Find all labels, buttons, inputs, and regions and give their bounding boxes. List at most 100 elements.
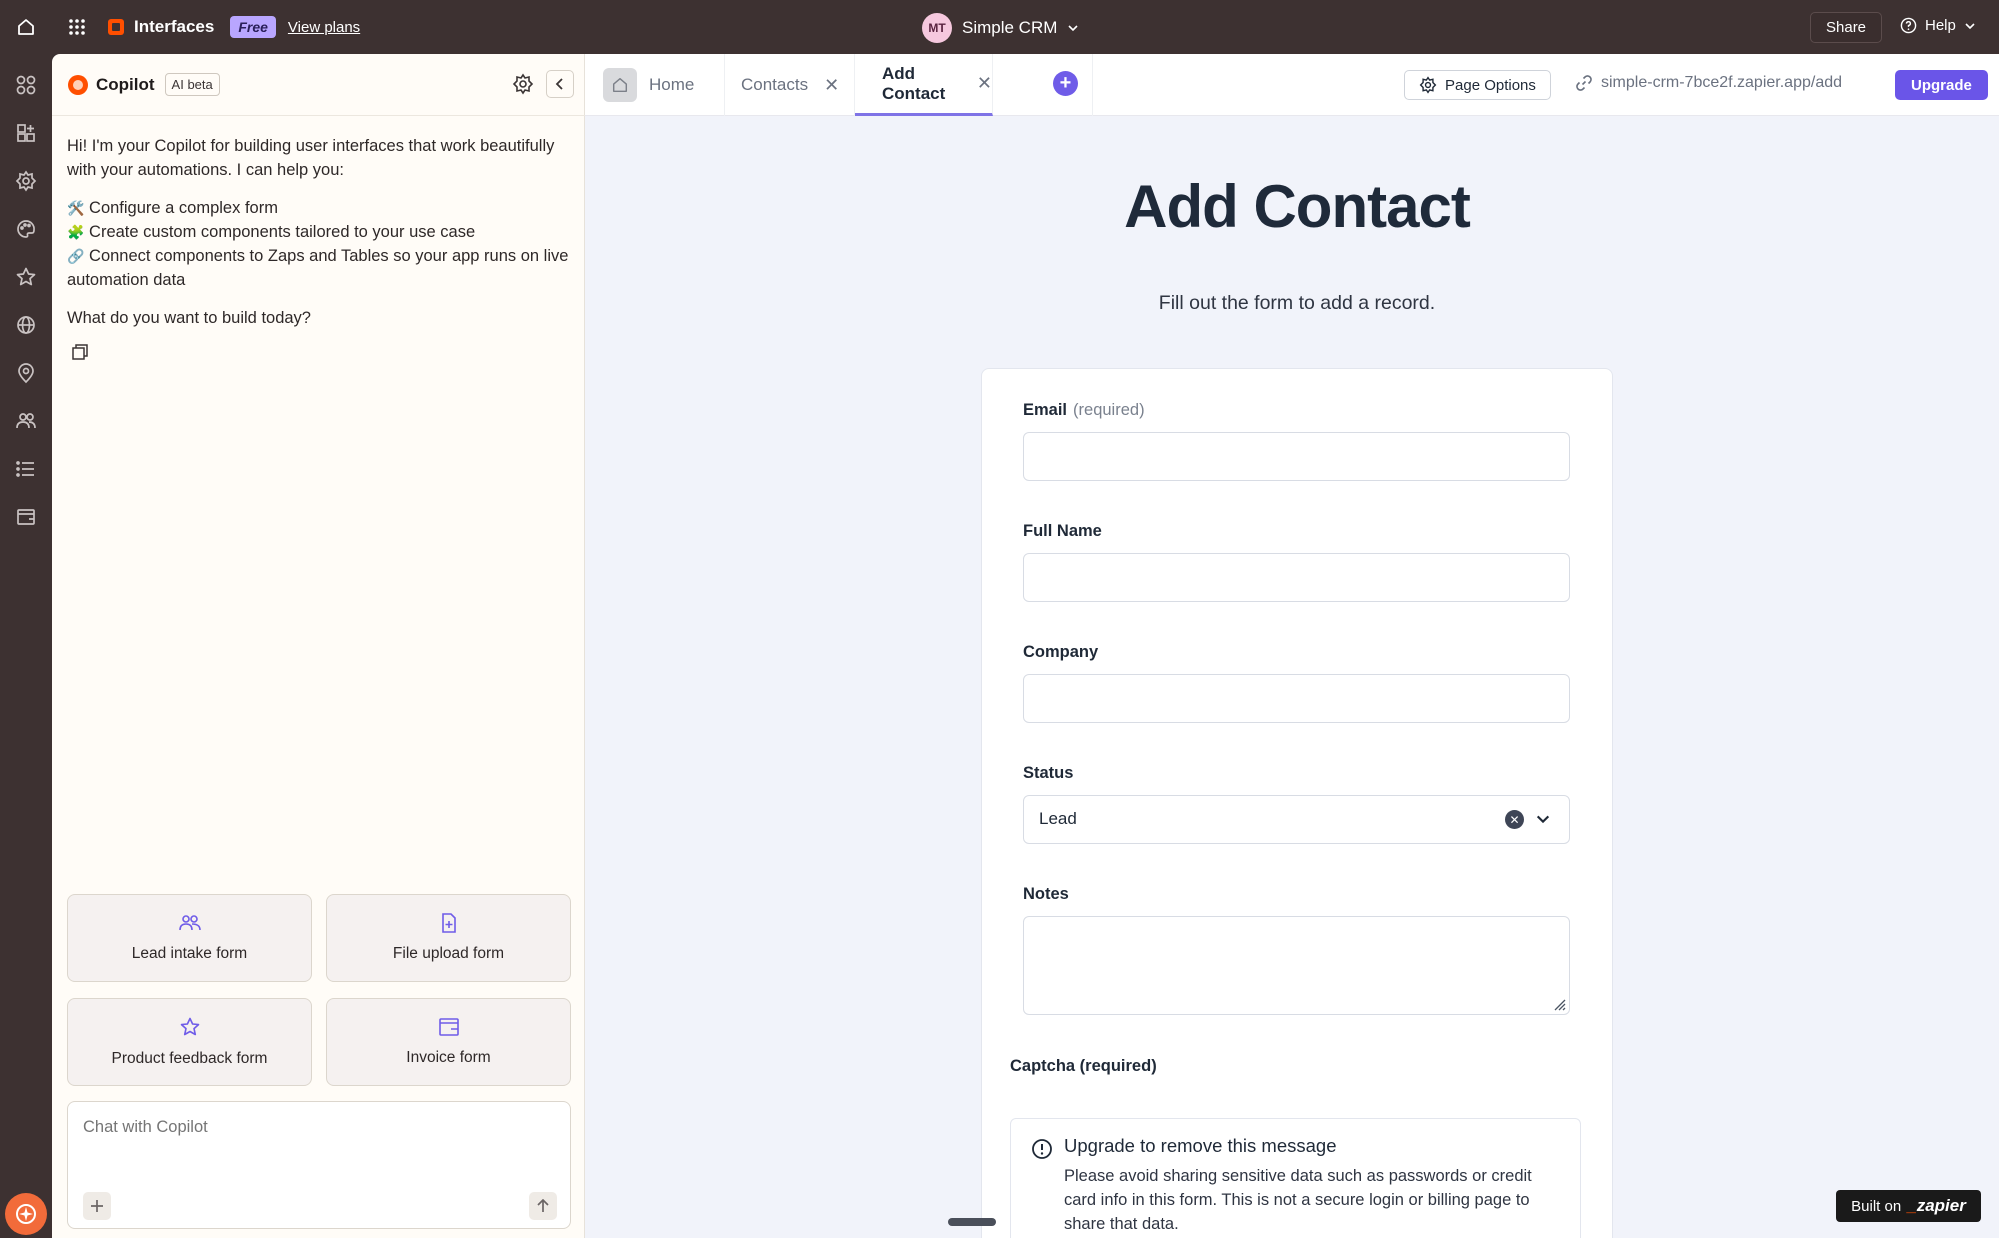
chevron-down-icon: [1068, 25, 1078, 32]
attach-plus-icon[interactable]: [83, 1192, 111, 1220]
email-label: Email (required): [1023, 401, 1145, 419]
email-field[interactable]: [1023, 432, 1570, 481]
file-plus-icon: [441, 913, 456, 933]
tab-add-area: [993, 54, 1093, 116]
info-icon: [1032, 1139, 1052, 1159]
notice-title: Upgrade to remove this message: [1064, 1135, 1337, 1156]
company-label: Company: [1023, 643, 1099, 661]
page-options-button[interactable]: Page Options: [1404, 70, 1551, 100]
gear-icon: [1419, 76, 1437, 94]
collapse-panel-button[interactable]: [546, 70, 574, 98]
apps-grid-icon[interactable]: [52, 18, 102, 36]
users-icon[interactable]: [13, 408, 39, 434]
close-icon[interactable]: ✕: [977, 73, 992, 94]
upgrade-button[interactable]: Upgrade: [1895, 70, 1988, 100]
close-icon[interactable]: ✕: [824, 75, 839, 96]
page-canvas: Add Contact Fill out the form to add a r…: [585, 116, 1999, 1238]
full-name-field[interactable]: [1023, 553, 1570, 602]
required-hint: (required): [1073, 401, 1145, 419]
home-icon[interactable]: [0, 0, 52, 54]
tab-label: Home: [649, 75, 695, 94]
top-bar: Interfaces Free View plans MT Simple CRM…: [0, 0, 1999, 54]
send-arrow-icon[interactable]: [529, 1192, 557, 1220]
page-options-label: Page Options: [1445, 76, 1536, 94]
full-name-label: Full Name: [1023, 522, 1102, 540]
settings-icon[interactable]: [13, 168, 39, 194]
view-plans-link[interactable]: View plans: [288, 19, 360, 36]
page-subtitle: Fill out the form to add a record.: [1158, 292, 1436, 314]
list-icon[interactable]: [13, 456, 39, 482]
chat-input[interactable]: [83, 1118, 543, 1137]
copy-icon[interactable]: [70, 342, 90, 367]
ai-beta-badge: AI beta: [164, 73, 220, 96]
share-label: Share: [1826, 19, 1867, 36]
chevron-down-icon: [1965, 22, 1975, 29]
built-on-zapier-badge[interactable]: Built on _zapier: [1836, 1190, 1981, 1222]
add-page-icon[interactable]: +: [1053, 71, 1078, 96]
left-rail: [0, 54, 52, 1238]
page-tab-bar: Home Contacts ✕ Add Contact ✕ + Page Opt…: [585, 54, 1999, 116]
copilot-question: What do you want to build today?: [67, 309, 311, 327]
copilot-logo-icon: [68, 74, 88, 95]
status-value: Lead: [1039, 809, 1077, 828]
star-icon: [180, 1017, 199, 1035]
wallet-icon: [438, 1018, 459, 1036]
plan-badge: Free: [230, 16, 276, 38]
company-field[interactable]: [1023, 674, 1570, 723]
chat-composer: [67, 1101, 571, 1229]
home-icon: [603, 68, 637, 102]
notice-body: Please avoid sharing sensitive data such…: [1064, 1167, 1532, 1233]
suggestion-lead-intake[interactable]: Lead intake form: [67, 894, 312, 982]
suggestion-file-upload[interactable]: File upload form: [326, 894, 571, 982]
star-icon[interactable]: [13, 264, 39, 290]
suggestion-invoice[interactable]: Invoice form: [326, 998, 571, 1086]
suggestion-label: File upload form: [392, 945, 505, 962]
page-title: Add Contact: [1124, 173, 1471, 240]
avatar: MT: [922, 13, 952, 43]
copilot-panel: Copilot AI beta Hi! I'm your Copilot for…: [52, 54, 585, 1238]
copilot-message: Hi! I'm your Copilot for building user i…: [67, 134, 572, 344]
tab-label: Add Contact: [882, 63, 946, 103]
components-icon[interactable]: [13, 72, 39, 98]
brand[interactable]: Interfaces: [108, 17, 214, 37]
captcha-notice: Upgrade to remove this message Please av…: [1010, 1118, 1581, 1238]
tab-contacts[interactable]: Contacts ✕: [725, 54, 855, 116]
notes-label: Notes: [1023, 885, 1069, 903]
status-select[interactable]: Lead ✕: [1023, 795, 1570, 844]
suggestion-label: Product feedback form: [111, 1049, 268, 1067]
palette-icon[interactable]: [13, 216, 39, 242]
wallet-icon[interactable]: [13, 504, 39, 530]
scroll-handle[interactable]: [948, 1218, 996, 1226]
add-contact-form: Email (required) Full Name Company Status…: [981, 368, 1613, 1238]
suggestion-product-feedback[interactable]: Product feedback form: [67, 998, 312, 1086]
captcha-label: Captcha (required): [1010, 1057, 1157, 1075]
interfaces-logo-icon: [108, 19, 124, 35]
help-label: Help: [1925, 17, 1956, 34]
help-menu[interactable]: Help: [1900, 17, 1976, 34]
tab-add-contact[interactable]: Add Contact ✕: [855, 54, 993, 116]
chevron-left-icon: [555, 78, 563, 90]
built-on-label: Built on: [1851, 1197, 1902, 1215]
help-icon: [1900, 17, 1917, 34]
share-button[interactable]: Share: [1810, 12, 1883, 43]
resize-grip-icon[interactable]: [1552, 997, 1566, 1011]
suggestion-label: Invoice form: [406, 1049, 491, 1066]
app-switcher[interactable]: MT Simple CRM: [922, 13, 1079, 43]
capability-item: 🛠️ Configure a complex form: [67, 199, 278, 217]
tab-home[interactable]: Home: [603, 54, 725, 116]
globe-icon[interactable]: [13, 312, 39, 338]
copilot-intro: Hi! I'm your Copilot for building user i…: [67, 137, 555, 179]
users-icon: [178, 915, 201, 931]
chevron-down-icon[interactable]: [1535, 811, 1551, 827]
url-text: simple-crm-7bce2f.zapier.app/add: [1601, 74, 1843, 91]
blocks-icon[interactable]: [13, 120, 39, 146]
copilot-header: Copilot AI beta: [52, 54, 585, 116]
tab-label: Contacts: [741, 75, 809, 94]
clear-icon[interactable]: ✕: [1505, 810, 1524, 829]
copilot-launcher-icon[interactable]: [5, 1193, 47, 1235]
suggestion-label: Lead intake form: [131, 945, 248, 962]
map-pin-icon[interactable]: [13, 360, 39, 386]
gear-icon[interactable]: [512, 73, 534, 100]
notes-textarea[interactable]: [1023, 916, 1570, 1015]
published-url[interactable]: simple-crm-7bce2f.zapier.app/add: [1575, 74, 1842, 92]
